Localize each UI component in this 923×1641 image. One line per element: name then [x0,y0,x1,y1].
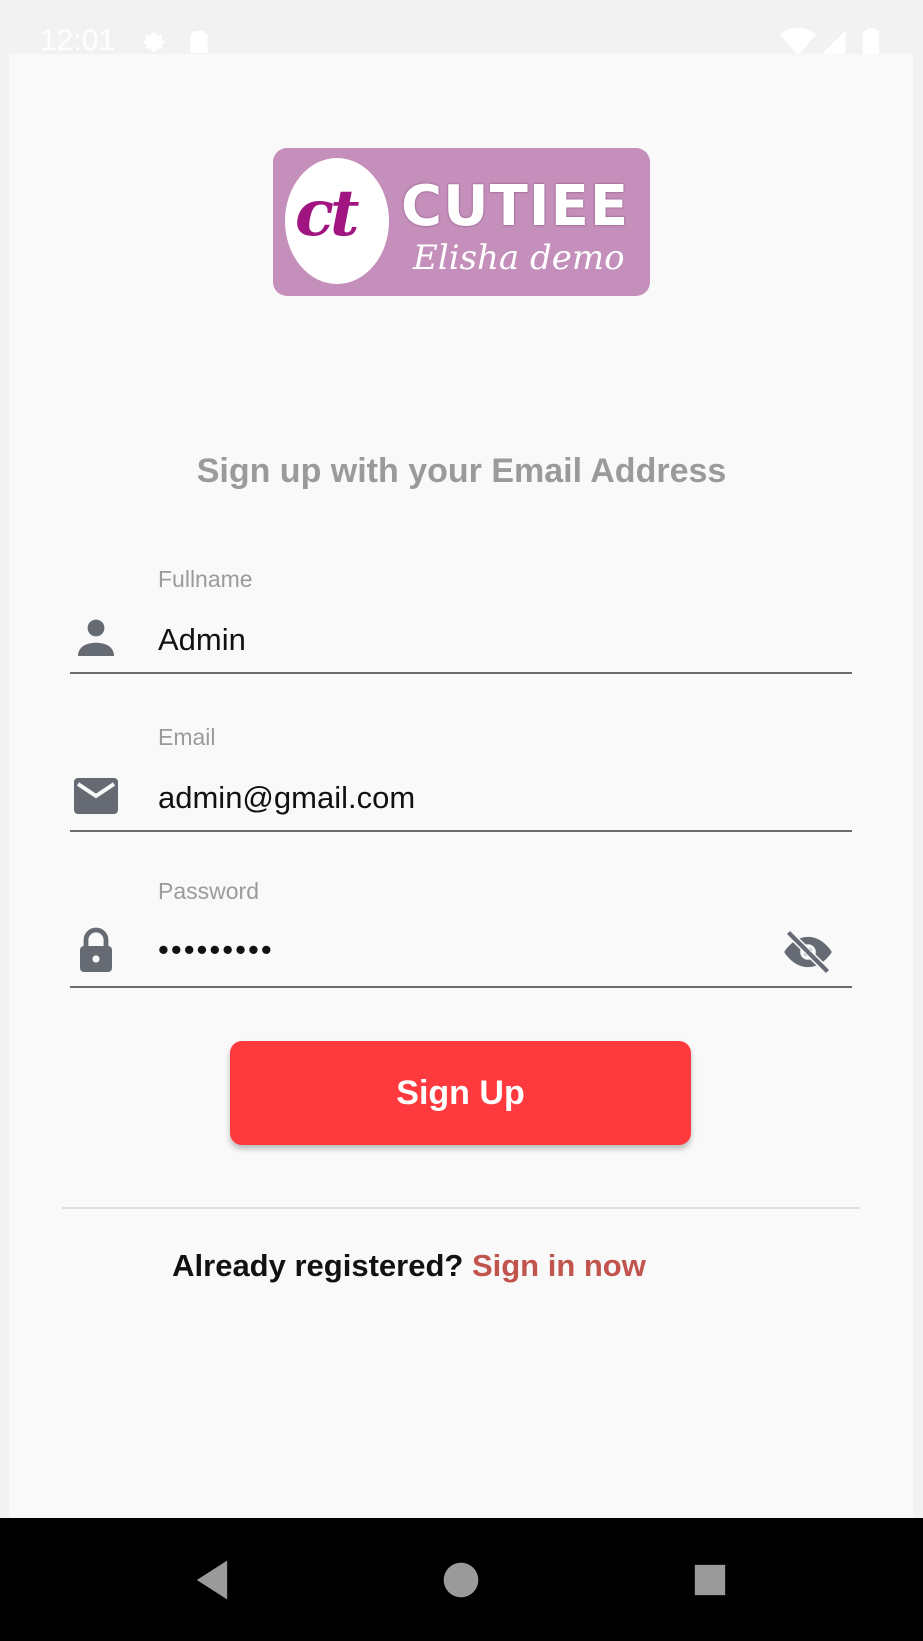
email-field[interactable] [70,770,852,832]
eye-off-icon[interactable] [782,926,834,978]
navigation-bar [0,1518,923,1641]
page-heading: Sign up with your Email Address [196,452,727,490]
status-bar: 12:01 [0,0,923,58]
signup-button[interactable]: Sign Up [230,1041,691,1145]
signin-link[interactable]: Sign in now [472,1248,646,1283]
email-input[interactable] [158,776,758,820]
status-time: 12:01 [40,24,116,57]
signin-prompt: Already registered? [172,1248,472,1283]
logo-mark: ct [295,176,360,251]
fullname-label: Fullname [158,566,253,592]
password-field[interactable]: ••••••••• [70,924,852,988]
divider [62,1207,860,1209]
person-icon [72,614,120,662]
fullname-field[interactable] [70,612,852,674]
screen: 12:01 ct CUTIEE Elisha demo Sign up with… [0,0,923,1641]
brand-logo: ct CUTIEE Elisha demo [273,148,650,296]
lock-icon [72,926,120,974]
home-icon[interactable] [435,1554,487,1606]
email-label: Email [158,724,216,750]
mail-icon [72,772,120,820]
recents-icon[interactable] [684,1554,736,1606]
password-input[interactable]: ••••••••• [158,932,758,976]
password-label: Password [158,878,259,904]
back-icon[interactable] [186,1554,238,1606]
fullname-input[interactable] [158,618,758,662]
signin-row: Already registered? Sign in now [0,1248,818,1284]
logo-brand: CUTIEE [401,174,630,239]
logo-tagline: Elisha demo [413,238,625,278]
